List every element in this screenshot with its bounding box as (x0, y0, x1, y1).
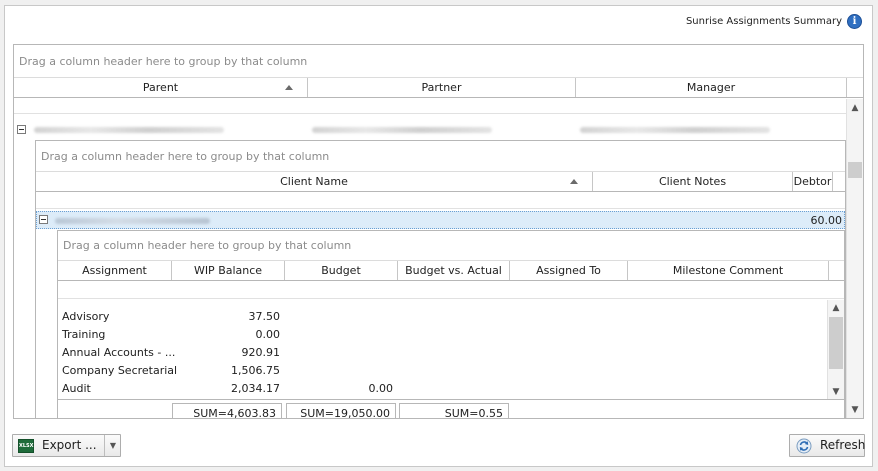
filter-row[interactable] (36, 192, 845, 209)
group-by-panel[interactable]: Drag a column header here to group by th… (36, 141, 845, 172)
group-by-panel[interactable]: Drag a column header here to group by th… (58, 231, 844, 261)
column-header-milestone-comment[interactable]: Milestone Comment (628, 261, 829, 280)
assignment-cell: Advisory (62, 310, 110, 323)
wip-balance-cell: 37.50 (248, 310, 281, 323)
info-icon[interactable]: i (847, 14, 862, 29)
assignment-grid: Drag a column header here to group by th… (57, 230, 845, 418)
summary-footer: SUM=4,603.83 SUM=19,050.00 SUM=0.55 (58, 399, 844, 418)
scroll-up-icon[interactable]: ▲ (847, 103, 863, 113)
filter-row[interactable] (58, 281, 844, 299)
column-header-label: WIP Balance (193, 264, 263, 277)
column-header-budget[interactable]: Budget (285, 261, 398, 280)
scroll-thumb[interactable] (829, 317, 843, 369)
debtor-value: 60.00 (810, 214, 843, 227)
column-header-label: Assignment (82, 264, 147, 277)
assignment-cell: Annual Accounts - ... (62, 346, 176, 359)
column-header-label: Manager (686, 81, 736, 94)
budget-vs-actual-sum: SUM=0.55 (399, 403, 509, 418)
column-header-parent[interactable]: Parent (14, 78, 308, 97)
assignment-cell: Audit (62, 382, 91, 395)
parent-grid: Drag a column header here to group by th… (13, 44, 864, 419)
refresh-icon (796, 438, 812, 454)
scroll-down-icon[interactable]: ▼ (828, 387, 844, 397)
column-header-label: Client Name (280, 175, 348, 188)
client-grid: Drag a column header here to group by th… (35, 140, 846, 418)
client-name-redacted (55, 218, 210, 224)
wip-balance-cell: 1,506.75 (231, 364, 280, 377)
sort-ascending-icon (285, 85, 293, 90)
table-row[interactable]: Advisory 37.50 (58, 308, 828, 326)
scroll-up-icon[interactable]: ▲ (828, 303, 844, 313)
assignment-cell: Company Secretarial (62, 364, 178, 377)
scroll-thumb[interactable] (848, 162, 862, 178)
table-row[interactable]: Audit 2,034.17 0.00 (58, 380, 828, 398)
group-by-panel[interactable]: Drag a column header here to group by th… (14, 45, 863, 78)
budget-sum: SUM=19,050.00 (286, 403, 396, 418)
column-header-budget-vs-actual[interactable]: Budget vs. Actual (398, 261, 510, 280)
column-header-wip-balance[interactable]: WIP Balance (172, 261, 285, 280)
column-header-label: Debtor (793, 175, 832, 188)
collapse-icon[interactable] (17, 125, 26, 134)
client-row-selected[interactable]: 60.00 (36, 211, 845, 229)
summary-title: Sunrise Assignments Summary (685, 16, 842, 27)
sort-ascending-icon (570, 179, 578, 184)
scroll-down-icon[interactable]: ▼ (847, 405, 863, 415)
refresh-button-label: Refresh (820, 438, 866, 452)
column-header-assigned-to[interactable]: Assigned To (510, 261, 628, 280)
wip-balance-sum: SUM=4,603.83 (172, 403, 282, 418)
main-window: Sunrise Assignments Summary i Drag a col… (4, 5, 873, 467)
wip-balance-cell: 0.00 (255, 328, 281, 341)
column-header-debtor[interactable]: Debtor (793, 172, 833, 191)
wip-balance-cell: 2,034.17 (231, 382, 280, 395)
column-header-client-notes[interactable]: Client Notes (593, 172, 793, 191)
parent-grid-header: Parent Partner Manager (14, 78, 863, 98)
excel-icon: XLSX (18, 439, 34, 453)
assignment-grid-header: Assignment WIP Balance Budget Budget vs.… (58, 261, 844, 281)
budget-cell: 0.00 (368, 382, 394, 395)
collapse-icon[interactable] (39, 215, 48, 224)
export-button-label: Export ... (42, 438, 97, 452)
table-row[interactable]: Company Secretarial 1,506.75 (58, 362, 828, 380)
partner-name-redacted (312, 127, 492, 133)
column-header-assignment[interactable]: Assignment (58, 261, 172, 280)
column-header-label: Assigned To (536, 264, 601, 277)
column-header-label: Budget (321, 264, 361, 277)
column-header-label: Client Notes (658, 175, 727, 188)
column-header-partner[interactable]: Partner (308, 78, 576, 97)
column-header-manager[interactable]: Manager (576, 78, 847, 97)
column-header-label: Parent (142, 81, 179, 94)
manager-name-redacted (580, 127, 770, 133)
filter-row[interactable] (14, 98, 863, 114)
refresh-button[interactable]: Refresh (789, 434, 865, 457)
client-grid-header: Client Name Client Notes Debtor (36, 172, 845, 192)
parent-name-redacted (34, 127, 224, 133)
column-header-label: Budget vs. Actual (405, 264, 502, 277)
column-header-client-name[interactable]: Client Name (36, 172, 593, 191)
vertical-scrollbar[interactable]: ▲ ▼ (827, 300, 844, 399)
assignment-cell: Training (62, 328, 106, 341)
vertical-scrollbar[interactable]: ▲ ▼ (846, 99, 863, 418)
export-button[interactable]: XLSX Export ... ▼ (12, 434, 121, 457)
table-row[interactable]: Annual Accounts - ... 920.91 (58, 344, 828, 362)
chevron-down-icon[interactable]: ▼ (104, 435, 121, 456)
column-header-label: Milestone Comment (672, 264, 784, 277)
column-header-label: Partner (421, 81, 462, 94)
table-row[interactable]: Training 0.00 (58, 326, 828, 344)
wip-balance-cell: 920.91 (241, 346, 281, 359)
